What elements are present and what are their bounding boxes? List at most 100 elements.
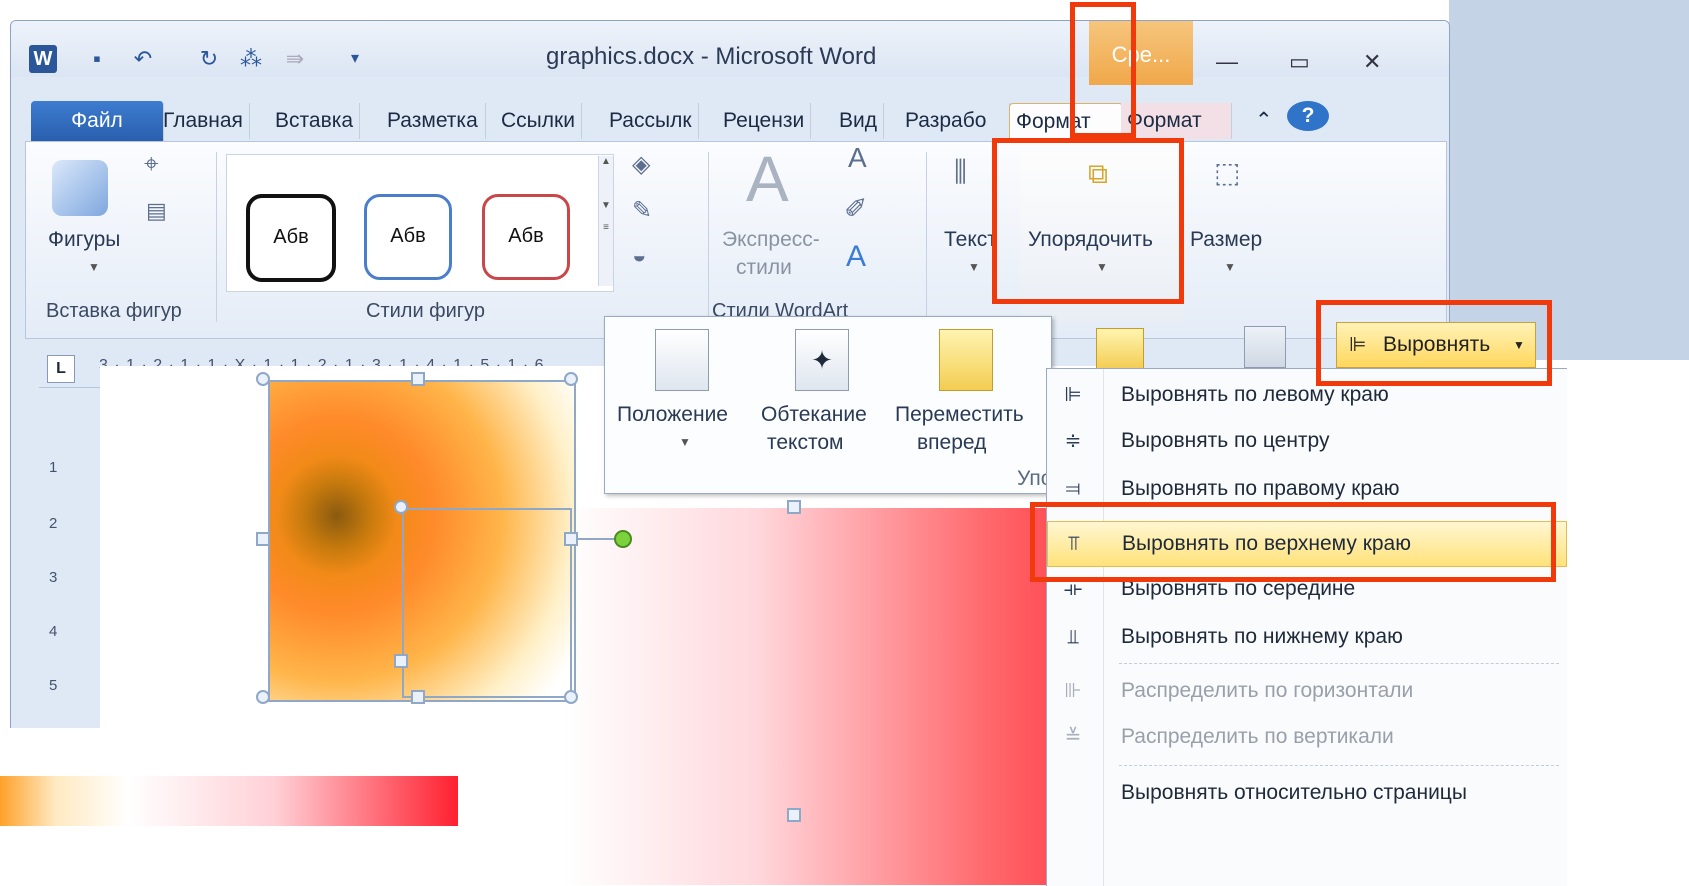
text-direction-icon[interactable]: ⫼ xyxy=(954,156,967,189)
bring-forward-icon[interactable] xyxy=(939,329,993,391)
divider xyxy=(216,152,217,322)
shape-style-2[interactable]: Абв xyxy=(364,194,452,280)
resize-handle[interactable] xyxy=(564,690,578,704)
resize-handle[interactable] xyxy=(394,654,408,668)
menu-item-label: Выровнять по центру xyxy=(1121,429,1330,452)
resize-handle[interactable] xyxy=(787,808,801,822)
chevron-down-icon: ▼ xyxy=(88,260,100,274)
align-left-icon: ⊫ xyxy=(1064,384,1082,406)
shape-style-3[interactable]: Абв xyxy=(482,194,570,280)
menu-item-label: Выровнять по левому краю xyxy=(1121,383,1389,406)
title-bar: W ▪ ↶ ↻ ⁂ ⇛ ▾ graphics.docx - Microsoft … xyxy=(11,21,1449,85)
position-label[interactable]: Положение xyxy=(617,403,728,427)
close-icon[interactable]: ✕ xyxy=(1363,49,1381,75)
tab-format-picture[interactable]: Формат xyxy=(1121,103,1232,139)
menu-item-align-bottom[interactable]: ⫫ Выровнять по нижнему краю xyxy=(1047,615,1567,661)
shapes-label[interactable]: Фигуры xyxy=(48,228,120,252)
tab-mailings[interactable]: Рассылк xyxy=(603,103,699,139)
text-fill-icon[interactable]: A xyxy=(848,142,867,174)
text-effects-icon[interactable]: A xyxy=(846,240,866,274)
tab-insert[interactable]: Вставка xyxy=(269,103,361,139)
text-box-icon[interactable]: ▤ xyxy=(146,198,167,224)
size-icon[interactable]: ⬚ xyxy=(1214,156,1240,189)
vruler-mark: 4 xyxy=(49,623,58,640)
express-styles-line2[interactable]: стили xyxy=(736,256,792,280)
highlight-box-align-top xyxy=(1030,502,1556,582)
rotation-handle[interactable] xyxy=(614,530,632,548)
tab-developer[interactable]: Разрабо xyxy=(899,103,1010,139)
shape-selection-frame xyxy=(402,508,572,698)
shapes-icon[interactable]: ⁂ xyxy=(237,45,265,73)
menu-separator xyxy=(1119,663,1559,664)
tab-home[interactable]: Главная xyxy=(157,103,250,139)
chevron-down-icon: ▼ xyxy=(1224,260,1236,274)
restore-icon[interactable]: ▭ xyxy=(1289,49,1310,75)
resize-handle[interactable] xyxy=(564,372,578,386)
arrow-icon[interactable]: ⇛ xyxy=(281,45,309,73)
menu-item-label: Выровнять по правому краю xyxy=(1121,477,1400,500)
menu-item-label: Распределить по горизонтали xyxy=(1121,679,1414,702)
shapes-gallery-icon[interactable] xyxy=(52,160,108,216)
edit-shape-icon[interactable]: ⌖ xyxy=(144,148,159,180)
resize-handle[interactable] xyxy=(394,500,408,514)
highlight-box-context-tab xyxy=(1070,2,1136,138)
vertical-ruler[interactable]: 1 2 3 4 5 6 xyxy=(41,393,105,773)
chevron-down-icon: ▼ xyxy=(679,435,691,449)
ribbon-tabs: Файл Главная Вставка Разметка Ссылки Рас… xyxy=(11,97,1449,141)
group-insert-shapes: Вставка фигур xyxy=(46,300,182,322)
minimize-icon[interactable]: — xyxy=(1216,49,1238,75)
tab-references[interactable]: Ссылки xyxy=(495,103,582,139)
resize-handle[interactable] xyxy=(256,532,270,546)
resize-handle[interactable] xyxy=(411,372,425,386)
vruler-mark: 5 xyxy=(49,677,58,694)
send-backward-icon[interactable] xyxy=(1096,328,1144,370)
express-styles-line1[interactable]: Экспресс- xyxy=(722,228,820,252)
redo-icon[interactable]: ↻ xyxy=(195,45,223,73)
tab-stop-selector[interactable]: L xyxy=(47,355,75,383)
word-logo-icon[interactable]: W xyxy=(29,45,57,73)
window-title: graphics.docx - Microsoft Word xyxy=(546,43,877,70)
save-icon[interactable]: ▪ xyxy=(83,45,111,73)
help-icon[interactable]: ? xyxy=(1287,101,1329,131)
text-label[interactable]: Текст xyxy=(944,228,997,252)
vruler-mark: 2 xyxy=(49,515,58,532)
outline-icon[interactable]: ✎ xyxy=(632,196,652,225)
fill-icon[interactable]: ◈ xyxy=(632,150,650,179)
bring-forward-line2[interactable]: вперед xyxy=(917,431,986,455)
minimize-ribbon-icon[interactable]: ⌃ xyxy=(1249,103,1279,139)
effects-icon[interactable]: ◒ xyxy=(632,242,647,270)
resize-handle[interactable] xyxy=(256,372,270,386)
tab-view[interactable]: Вид xyxy=(833,103,884,139)
resize-handle[interactable] xyxy=(564,532,578,546)
wrap-text-line1[interactable]: Обтекание xyxy=(761,403,867,427)
tab-file[interactable]: Файл xyxy=(31,101,164,141)
wrap-text-icon[interactable]: ✦ xyxy=(795,329,849,391)
tab-review[interactable]: Рецензи xyxy=(717,103,812,139)
size-label[interactable]: Размер xyxy=(1190,228,1262,252)
gallery-scroll[interactable]: ▲ ▼ ≡ xyxy=(598,156,613,286)
position-icon[interactable] xyxy=(655,329,709,391)
resize-handle[interactable] xyxy=(256,690,270,704)
customize-icon[interactable]: ▾ xyxy=(341,45,369,73)
undo-icon[interactable]: ↶ xyxy=(129,45,157,73)
menu-item-distribute-vertical: ≚ Распределить по вертикали xyxy=(1047,715,1567,761)
highlight-box-align-button xyxy=(1316,300,1552,386)
align-center-icon: ≑ xyxy=(1064,430,1082,452)
highlight-box-arrange xyxy=(992,138,1184,304)
resize-handle[interactable] xyxy=(411,690,425,704)
vruler-mark: 1 xyxy=(49,459,58,476)
wordart-icon[interactable]: A xyxy=(746,142,789,216)
selection-pane-icon[interactable] xyxy=(1244,326,1286,368)
menu-item-align-to-page[interactable]: Выровнять относительно страницы xyxy=(1047,771,1567,817)
align-menu: ⊫ Выровнять по левому краю ≑ Выровнять п… xyxy=(1046,368,1567,886)
divider xyxy=(708,152,709,322)
shape-style-1[interactable]: Абв xyxy=(246,194,336,282)
distribute-horizontal-icon: ⊪ xyxy=(1064,680,1082,702)
ribbon: Фигуры ▼ ⌖ ▤ Вставка фигур Абв Абв Абв ▲… xyxy=(25,141,1447,339)
tab-layout[interactable]: Разметка xyxy=(381,103,486,139)
menu-item-align-center[interactable]: ≑ Выровнять по центру xyxy=(1047,419,1567,465)
bring-forward-line1[interactable]: Переместить xyxy=(895,403,1024,427)
resize-handle[interactable] xyxy=(787,500,801,514)
wrap-text-line2[interactable]: текстом xyxy=(767,431,843,455)
text-outline-icon[interactable]: ✐ xyxy=(844,192,867,225)
